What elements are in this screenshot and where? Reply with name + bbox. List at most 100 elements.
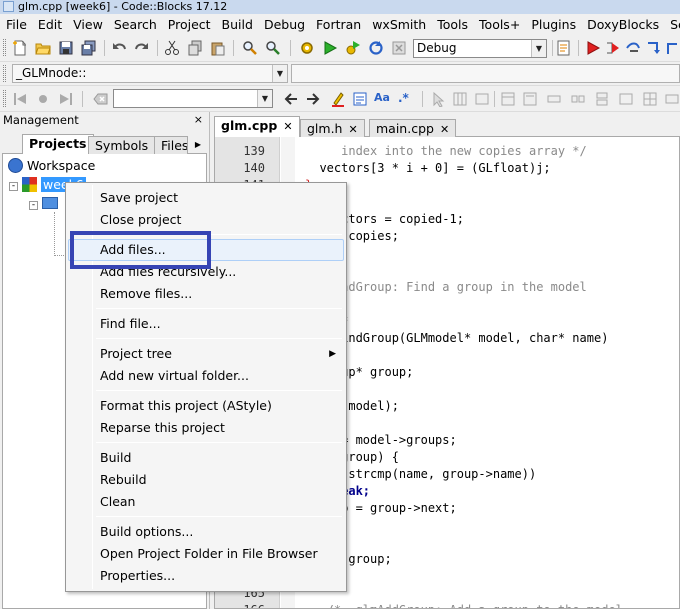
match-case-icon[interactable]: Aa <box>374 90 390 106</box>
new-file-icon[interactable] <box>12 40 28 56</box>
regex-icon[interactable]: .* <box>398 90 414 106</box>
menu-search[interactable]: Search <box>108 14 162 33</box>
scope-select[interactable]: _GLMnode:: ▼ <box>12 64 288 83</box>
jump-back-icon[interactable] <box>12 91 28 107</box>
chevron-down-icon[interactable]: ▼ <box>257 90 272 107</box>
close-icon[interactable]: × <box>194 112 203 128</box>
jump-forward-icon[interactable] <box>58 91 74 107</box>
menu-project[interactable]: Project <box>162 14 216 33</box>
tab-projects[interactable]: Projects <box>22 134 94 155</box>
close-icon[interactable]: ✕ <box>348 123 357 136</box>
menu-item-label: Build <box>100 450 132 465</box>
static-box-icon[interactable] <box>618 91 634 107</box>
tab-symbols[interactable]: Symbols <box>88 136 156 154</box>
toolbar-grip[interactable] <box>3 39 6 56</box>
toolbar-grip[interactable] <box>3 65 6 82</box>
menu-item-project-tree[interactable]: Project tree ▶ <box>68 343 344 365</box>
tree-item-sources-folder[interactable]: - <box>29 196 58 212</box>
build-target-select[interactable]: Debug ▼ <box>413 39 547 58</box>
target-list-icon[interactable] <box>556 40 572 56</box>
close-icon[interactable]: ✕ <box>440 123 449 136</box>
pointer-icon[interactable] <box>430 91 446 107</box>
open-folder-icon[interactable] <box>35 40 51 56</box>
tab-files[interactable]: Files <box>154 136 188 154</box>
replace-icon[interactable] <box>265 40 281 56</box>
menu-wxsmith[interactable]: wxSmith <box>366 14 431 33</box>
close-icon[interactable]: ✕ <box>283 120 292 133</box>
highlight-icon[interactable] <box>330 91 346 107</box>
build-and-run-icon[interactable] <box>345 40 361 56</box>
sizer-v-icon[interactable] <box>594 91 610 107</box>
window-title: glm.cpp [week6] - Code::Blocks 17.12 <box>18 0 228 13</box>
menu-tools-plus[interactable]: Tools+ <box>473 14 525 33</box>
tab-scroll-right-icon[interactable]: ▶ <box>189 137 207 152</box>
step-into-icon[interactable] <box>645 40 661 56</box>
incremental-search-input[interactable]: ▼ <box>113 89 273 108</box>
debug-run-icon[interactable] <box>585 40 601 56</box>
search-clear-icon[interactable] <box>92 91 108 107</box>
toolbar-grip[interactable] <box>3 90 6 107</box>
menu-item-build[interactable]: Build <box>68 447 344 469</box>
menu-item-properties[interactable]: Properties... <box>68 565 344 587</box>
save-icon[interactable] <box>58 40 74 56</box>
menu-item-find-file[interactable]: Find file... <box>68 313 344 335</box>
sizer-icon[interactable] <box>546 91 562 107</box>
menu-fortran[interactable]: Fortran <box>310 14 366 33</box>
menu-item-reparse-this-project[interactable]: Reparse this project <box>68 417 344 439</box>
paste-icon[interactable] <box>210 40 226 56</box>
find-icon[interactable] <box>242 40 258 56</box>
run-to-cursor-icon[interactable] <box>605 40 621 56</box>
spacer-icon[interactable] <box>664 91 680 107</box>
menu-item-rebuild[interactable]: Rebuild <box>68 469 344 491</box>
menu-item-clean[interactable]: Clean <box>68 491 344 513</box>
menu-item-format-this-project-astyle[interactable]: Format this project (AStyle) <box>68 395 344 417</box>
chevron-down-icon[interactable]: ▼ <box>531 40 546 57</box>
tab-label: glm.cpp <box>221 118 278 133</box>
save-all-icon[interactable] <box>81 40 97 56</box>
redo-icon[interactable] <box>134 40 150 56</box>
tab-glm-h[interactable]: glm.h ✕ <box>300 119 365 137</box>
menu-edit[interactable]: Edit <box>32 14 67 33</box>
tree-item-workspace[interactable]: Workspace <box>8 158 95 174</box>
toggle-bookmark-icon[interactable] <box>35 91 51 107</box>
cut-icon[interactable] <box>164 40 180 56</box>
selected-text-only-icon[interactable] <box>352 91 368 107</box>
step-out-icon[interactable] <box>665 40 680 56</box>
line-text: vectors[3 * i + 0] = (GLfloat)j; <box>305 161 551 175</box>
find-previous-icon[interactable] <box>283 91 299 107</box>
dialog-icon[interactable] <box>522 91 538 107</box>
next-line-icon[interactable] <box>625 40 641 56</box>
menu-file[interactable]: File <box>0 14 32 33</box>
menu-item-close-project[interactable]: Close project <box>68 209 344 231</box>
undo-icon[interactable] <box>111 40 127 56</box>
collapse-icon[interactable]: - <box>29 201 38 210</box>
grid-icon[interactable] <box>452 91 468 107</box>
menu-doxyblocks[interactable]: DoxyBlocks <box>581 14 664 33</box>
menu-item-add-new-virtual-folder[interactable]: Add new virtual folder... <box>68 365 344 387</box>
function-select[interactable] <box>291 64 680 83</box>
collapse-icon[interactable]: - <box>9 182 18 191</box>
menu-view[interactable]: View <box>67 14 108 33</box>
find-next-icon[interactable] <box>305 91 321 107</box>
copy-icon[interactable] <box>187 40 203 56</box>
frame-icon[interactable] <box>500 91 516 107</box>
menu-item-build-options[interactable]: Build options... <box>68 521 344 543</box>
grid-sizer-icon[interactable] <box>642 91 658 107</box>
menu-build[interactable]: Build <box>216 14 258 33</box>
build-gear-icon[interactable] <box>299 40 315 56</box>
chevron-down-icon[interactable]: ▼ <box>272 65 287 82</box>
menu-item-open-project-folder-in-file-browser[interactable]: Open Project Folder in File Browser <box>68 543 344 565</box>
run-icon[interactable] <box>322 40 338 56</box>
menu-tools[interactable]: Tools <box>431 14 473 33</box>
sizer-h-icon[interactable] <box>570 91 586 107</box>
menu-item-save-project[interactable]: Save project <box>68 187 344 209</box>
menu-plugins[interactable]: Plugins <box>525 14 581 33</box>
menu-debug[interactable]: Debug <box>258 14 310 33</box>
abort-icon[interactable] <box>391 40 407 56</box>
rebuild-icon[interactable] <box>368 40 384 56</box>
panel-icon[interactable] <box>474 91 490 107</box>
menu-settings[interactable]: Set <box>664 14 680 33</box>
menu-item-remove-files[interactable]: Remove files... <box>68 283 344 305</box>
tab-main-cpp[interactable]: main.cpp ✕ <box>369 119 457 137</box>
tab-glm-cpp[interactable]: glm.cpp ✕ <box>214 116 300 138</box>
